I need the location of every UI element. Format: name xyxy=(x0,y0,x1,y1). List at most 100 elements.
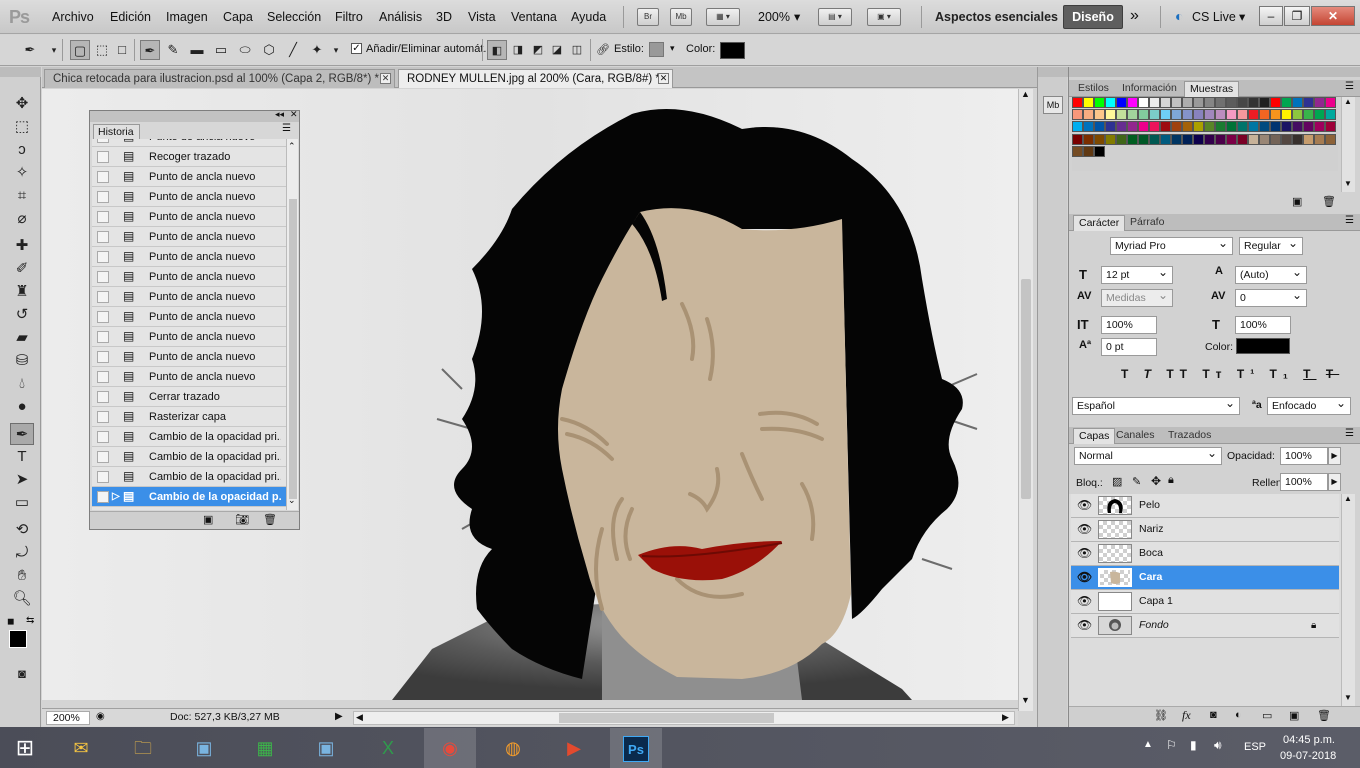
color-swatch[interactable] xyxy=(1105,133,1116,145)
restore-button[interactable]: ❐ xyxy=(1284,6,1310,26)
fill-input[interactable]: 100% xyxy=(1280,473,1328,491)
tab-parrafo[interactable]: Párrafo xyxy=(1125,215,1169,231)
lasso-tool-icon[interactable]: ↄ xyxy=(10,139,34,161)
scroll-down-icon[interactable]: ▼ xyxy=(1344,179,1352,188)
tab-capas[interactable]: Capas xyxy=(1073,428,1116,444)
layer-fondo[interactable]: 👁︎ Fondo 🔒︎ xyxy=(1071,614,1339,638)
color-swatch[interactable] xyxy=(1094,121,1105,133)
scroll-up-icon[interactable]: ⌃ xyxy=(288,141,296,152)
snapshot-camera-icon[interactable]: 📷︎ xyxy=(235,513,249,526)
history-item[interactable]: ▤ Recoger trazado xyxy=(92,147,286,167)
freeform-pen-icon[interactable]: ✎ xyxy=(163,40,183,60)
volume-icon[interactable]: 🔊︎ xyxy=(1214,738,1222,753)
color-swatch[interactable] xyxy=(1303,109,1314,121)
color-swatch[interactable] xyxy=(1094,133,1105,145)
color-swatch[interactable] xyxy=(1083,109,1094,121)
ellipse-icon[interactable]: ⬭ xyxy=(235,40,255,60)
history-item[interactable]: ▤Punto de ancla nuevo xyxy=(92,347,286,367)
snapshot-checkbox[interactable] xyxy=(97,271,109,283)
eye-icon[interactable]: 👁︎ xyxy=(1077,566,1092,589)
tab-estilos[interactable]: Estilos xyxy=(1073,81,1114,97)
polygon-icon[interactable]: ⬡ xyxy=(259,40,279,60)
menu-ayuda[interactable]: Ayuda xyxy=(571,10,606,24)
file-explorer-icon[interactable]: 🗀︎ xyxy=(117,728,169,768)
swatches-scrollbar[interactable]: ▲ ▼ xyxy=(1341,97,1355,192)
color-swatch[interactable] xyxy=(1171,109,1182,121)
color-swatch[interactable] xyxy=(1127,121,1138,133)
scroll-thumb[interactable] xyxy=(289,199,297,499)
history-item[interactable]: ▤ Cambio de la opacidad pri... xyxy=(92,467,286,487)
color-swatch[interactable] xyxy=(1215,121,1226,133)
fill-pixels-icon[interactable]: □ xyxy=(112,40,132,60)
color-swatch[interactable] xyxy=(1281,133,1292,145)
panel-menu-icon[interactable]: ☰ xyxy=(1345,215,1354,226)
layer-capa-1[interactable]: 👁︎ Capa 1 xyxy=(1071,590,1339,614)
scroll-down-icon[interactable]: ▼ xyxy=(1021,695,1030,705)
tab-caracter[interactable]: Carácter xyxy=(1073,215,1126,231)
arrange-documents-button[interactable]: ▤ ▾ xyxy=(818,8,852,26)
leading-input[interactable]: (Auto) xyxy=(1235,264,1307,284)
color-swatch[interactable] xyxy=(1204,109,1215,121)
path-add-icon[interactable]: ◨ xyxy=(508,40,528,60)
type-style-buttons[interactable]: T T TT Tт T¹ T₁ T T xyxy=(1121,367,1339,381)
snapshot-checkbox[interactable] xyxy=(97,151,109,163)
color-swatch[interactable] xyxy=(1072,133,1083,145)
snapshot-checkbox[interactable] xyxy=(97,291,109,303)
menu-capa[interactable]: Capa xyxy=(223,10,253,24)
workspace-design-button[interactable]: Diseño xyxy=(1063,5,1123,29)
swap-colors-icon[interactable]: ⇆ xyxy=(26,615,34,626)
color-swatch[interactable] xyxy=(1149,133,1160,145)
font-family-select[interactable]: Myriad Pro xyxy=(1110,235,1233,255)
tab-canales[interactable]: Canales xyxy=(1111,428,1160,444)
color-swatch[interactable] xyxy=(1314,97,1325,108)
start-button[interactable]: ⊞ xyxy=(0,728,50,768)
color-swatch[interactable] xyxy=(1292,97,1303,108)
color-swatch[interactable] xyxy=(1171,133,1182,145)
color-swatch[interactable] xyxy=(1237,97,1248,108)
zoom-input[interactable]: 200% xyxy=(46,711,90,725)
mini-bridge-button[interactable]: Mb xyxy=(670,8,692,26)
layer-name[interactable]: Cara xyxy=(1139,566,1162,589)
app-window-icon[interactable]: ▣ xyxy=(178,728,230,768)
color-swatch[interactable] xyxy=(1116,109,1127,121)
color-swatch[interactable] xyxy=(1094,145,1105,157)
color-swatch[interactable] xyxy=(1292,133,1303,145)
baseline-shift-input[interactable]: 0 pt xyxy=(1101,338,1157,356)
color-swatch[interactable] xyxy=(1083,145,1094,157)
scroll-thumb[interactable] xyxy=(1021,279,1031,499)
snapshot-checkbox[interactable] xyxy=(97,251,109,263)
color-swatch[interactable] xyxy=(1193,109,1204,121)
color-swatch[interactable] xyxy=(1182,97,1193,108)
more-workspaces-icon[interactable]: » xyxy=(1130,7,1139,25)
color-swatch[interactable] xyxy=(1138,121,1149,133)
color-swatch[interactable] xyxy=(1072,109,1083,121)
color-swatch[interactable] xyxy=(1270,121,1281,133)
default-colors-icon[interactable]: ◼ xyxy=(7,616,14,627)
eraser-tool-icon[interactable]: ▰ xyxy=(10,327,34,349)
color-swatch[interactable] xyxy=(1270,97,1281,108)
eye-icon[interactable]: 👁︎ xyxy=(1077,614,1092,637)
scroll-thumb[interactable] xyxy=(559,713,774,723)
color-swatch[interactable] xyxy=(1292,121,1303,133)
menu-imagen[interactable]: Imagen xyxy=(166,10,208,24)
quick-selection-tool-icon[interactable]: ✧ xyxy=(10,162,34,184)
scroll-up-icon[interactable]: ▲ xyxy=(1344,494,1352,503)
color-swatch[interactable] xyxy=(1303,97,1314,108)
scroll-up-icon[interactable]: ▲ xyxy=(1344,97,1352,106)
new-swatch-icon[interactable]: ▣ xyxy=(1292,195,1302,208)
close-icon[interactable]: ✕ xyxy=(380,73,391,84)
marquee-tool-icon[interactable]: ⬚ xyxy=(10,116,34,138)
color-swatch[interactable] xyxy=(1171,97,1182,108)
menu-filtro[interactable]: Filtro xyxy=(335,10,363,24)
scroll-down-icon[interactable]: ⌄ xyxy=(288,495,296,506)
clone-stamp-tool-icon[interactable]: ♜ xyxy=(10,281,34,303)
color-swatch[interactable] xyxy=(1138,97,1149,108)
color-swatch[interactable] xyxy=(1281,97,1292,108)
close-button[interactable]: ✕ xyxy=(1311,6,1355,26)
color-swatch[interactable] xyxy=(1325,133,1336,145)
color-swatch[interactable] xyxy=(1215,97,1226,108)
color-swatch[interactable] xyxy=(1127,97,1138,108)
custom-shape-icon[interactable]: ✦ xyxy=(307,40,327,60)
tab-trazados[interactable]: Trazados xyxy=(1163,428,1216,444)
color-swatch[interactable] xyxy=(1193,121,1204,133)
